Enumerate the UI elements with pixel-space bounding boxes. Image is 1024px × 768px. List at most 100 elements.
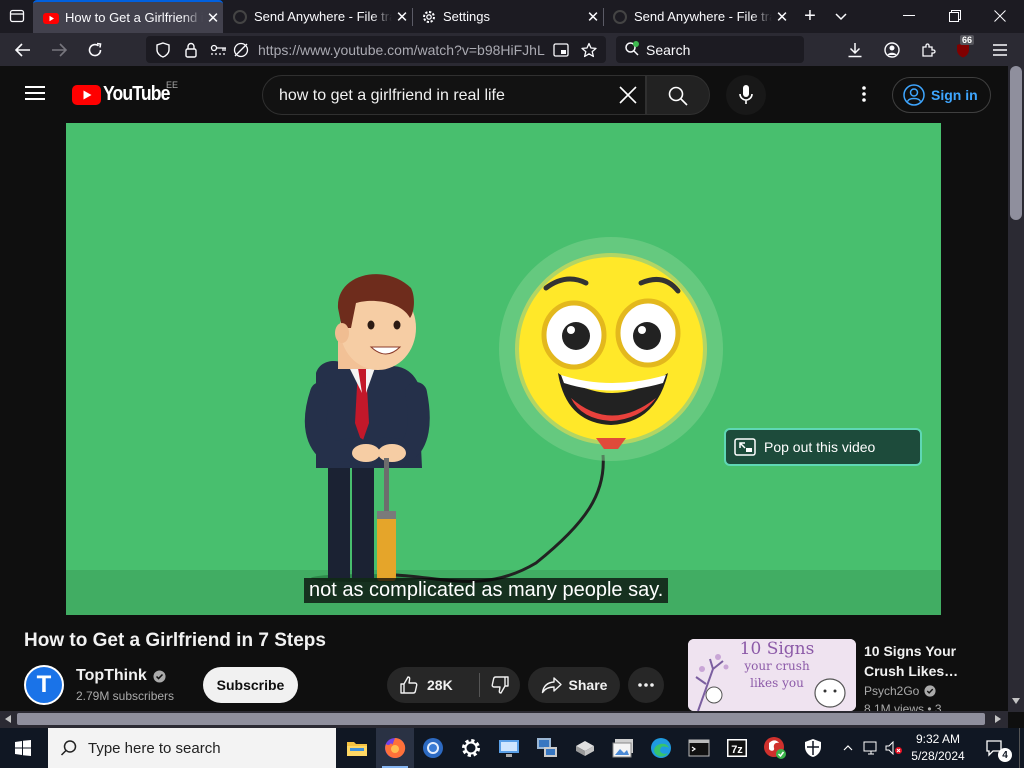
tab-youtube[interactable]: How to Get a Girlfriend in 7 Steps - You…	[33, 0, 223, 33]
share-button[interactable]: Share	[528, 667, 620, 703]
youtube-search-button[interactable]	[646, 75, 710, 115]
recommended-video-title[interactable]: 10 Signs Your Crush Likes…	[864, 641, 992, 681]
youtube-logo[interactable]: YouTube	[72, 83, 179, 106]
hamburger-menu-icon[interactable]	[987, 37, 1013, 63]
tracking-protection-shield-icon[interactable]	[150, 37, 176, 63]
file-explorer-icon[interactable]	[338, 728, 376, 768]
drive-tool-icon[interactable]	[566, 728, 604, 768]
settings-kebab-icon[interactable]	[851, 81, 877, 107]
browser-navigation-bar: https://www.youtube.com/watch?v=b98HiFJh…	[0, 33, 1024, 66]
video-frame-illustration	[66, 237, 941, 615]
account-icon[interactable]	[879, 37, 905, 63]
scroll-down-arrow-icon[interactable]	[1012, 698, 1020, 704]
user-avatar-icon	[903, 84, 925, 106]
show-hidden-icons-chevron[interactable]	[838, 728, 858, 768]
channel-name-text[interactable]: TopThink	[76, 667, 147, 685]
recommended-views: 8.1M views • 3	[864, 702, 942, 711]
youtube-play-icon	[72, 84, 101, 105]
forward-arrow-icon[interactable]	[46, 37, 72, 63]
like-dislike-group: 28K	[387, 667, 520, 703]
tab-title: Send Anywhere - File transfer	[634, 9, 772, 24]
close-tab-icon[interactable]: ✕	[203, 8, 223, 28]
voice-search-button[interactable]	[726, 75, 766, 115]
browser-tab-strip: How to Get a Girlfriend in 7 Steps - You…	[0, 0, 1024, 33]
scroll-right-arrow-icon[interactable]	[995, 715, 1001, 723]
bookmark-star-icon[interactable]	[576, 37, 602, 63]
address-bar[interactable]: https://www.youtube.com/watch?v=b98HiFJh…	[146, 36, 606, 63]
vertical-scrollbar[interactable]	[1008, 66, 1024, 712]
tab-settings[interactable]: Settings ✕	[413, 0, 603, 33]
reload-icon[interactable]	[82, 37, 108, 63]
thumbs-up-icon	[400, 676, 418, 694]
action-center-button[interactable]: 4	[978, 728, 1012, 768]
image-viewer-icon[interactable]	[604, 728, 642, 768]
tab-send-anywhere-2[interactable]: Send Anywhere - File transfer ✕	[604, 0, 792, 33]
region-code: EE	[166, 80, 179, 90]
system-clock[interactable]: 9:32 AM 5/28/2024	[905, 731, 971, 765]
subscribe-button[interactable]: Subscribe	[203, 667, 298, 703]
windows-security-icon[interactable]	[794, 728, 832, 768]
start-button[interactable]	[4, 728, 42, 768]
tab-send-anywhere[interactable]: Send Anywhere - File transfer ✕	[224, 0, 412, 33]
system-info-icon[interactable]	[490, 728, 528, 768]
video-player[interactable]: not as complicated as many people say.	[66, 123, 941, 615]
firefox-taskbar-icon[interactable]	[376, 728, 414, 768]
horizontal-scrollbar[interactable]	[0, 711, 1008, 728]
pop-out-label: Pop out this video	[764, 439, 876, 455]
channel-name[interactable]: TopThink	[76, 667, 166, 685]
like-button[interactable]: 28K	[387, 667, 479, 703]
autoplay-blocked-icon[interactable]	[228, 37, 254, 63]
terminal-icon[interactable]	[680, 728, 718, 768]
taskbar-search-box[interactable]: Type here to search	[48, 728, 336, 768]
microphone-icon	[739, 85, 753, 104]
youtube-search-input[interactable]: how to get a girlfriend in real life	[262, 75, 646, 115]
avatar-letter: T	[36, 671, 52, 698]
lock-icon[interactable]	[178, 37, 204, 63]
edge-browser-icon[interactable]	[642, 728, 680, 768]
recommended-channel[interactable]: Psych2Go	[864, 684, 936, 698]
sign-in-button[interactable]: Sign in	[892, 77, 991, 113]
picture-in-picture-icon[interactable]	[548, 37, 574, 63]
extensions-puzzle-icon[interactable]	[915, 37, 941, 63]
horizontal-scroll-thumb[interactable]	[17, 713, 985, 725]
chromium-browser-icon[interactable]	[414, 728, 452, 768]
close-tab-icon[interactable]: ✕	[583, 7, 603, 27]
search-query-text[interactable]: how to get a girlfriend in real life	[279, 87, 505, 105]
video-caption: not as complicated as many people say.	[304, 578, 669, 603]
scroll-left-arrow-icon[interactable]	[5, 715, 11, 723]
vertical-scroll-thumb[interactable]	[1010, 66, 1022, 220]
more-actions-button[interactable]	[628, 667, 664, 703]
pop-out-video-button[interactable]: Pop out this video	[724, 428, 922, 466]
web-search-bar[interactable]: Search	[616, 36, 804, 63]
recommended-video-thumbnail[interactable]: 10 Signs your crush likes you	[688, 639, 856, 711]
network-status-icon[interactable]	[860, 728, 882, 768]
gear-icon	[423, 10, 435, 23]
smiley-balloon	[499, 237, 723, 461]
dislike-button[interactable]	[480, 667, 520, 703]
new-tab-icon[interactable]: +	[797, 3, 823, 29]
restore-window-icon[interactable]	[942, 3, 968, 29]
sign-in-label: Sign in	[931, 87, 978, 103]
close-tab-icon[interactable]: ✕	[772, 7, 792, 27]
volume-muted-icon[interactable]	[882, 728, 906, 768]
url-text[interactable]: https://www.youtube.com/watch?v=b98HiFJh…	[258, 42, 548, 58]
downloads-icon[interactable]	[842, 37, 868, 63]
back-arrow-icon[interactable]	[10, 37, 36, 63]
recommended-channel-name[interactable]: Psych2Go	[864, 684, 919, 698]
show-desktop-button[interactable]	[1019, 728, 1024, 768]
list-all-tabs-icon[interactable]	[828, 3, 854, 29]
clear-search-icon[interactable]	[615, 82, 641, 108]
close-tab-icon[interactable]: ✕	[392, 7, 412, 27]
ublock-extension-icon[interactable]: 66	[950, 35, 976, 63]
subscriber-count: 2.79M subscribers	[76, 689, 175, 703]
network-computer-icon[interactable]	[528, 728, 566, 768]
close-window-icon[interactable]	[987, 3, 1013, 29]
7zip-icon[interactable]: 7z	[718, 728, 756, 768]
guide-menu-icon[interactable]	[22, 80, 48, 106]
minimize-window-icon[interactable]	[896, 3, 922, 29]
vpn-shield-icon[interactable]	[756, 728, 794, 768]
clock-time: 9:32 AM	[915, 732, 961, 746]
settings-gear-icon[interactable]	[452, 728, 490, 768]
firefox-view-icon[interactable]	[4, 3, 30, 29]
channel-avatar[interactable]: T	[24, 665, 64, 705]
